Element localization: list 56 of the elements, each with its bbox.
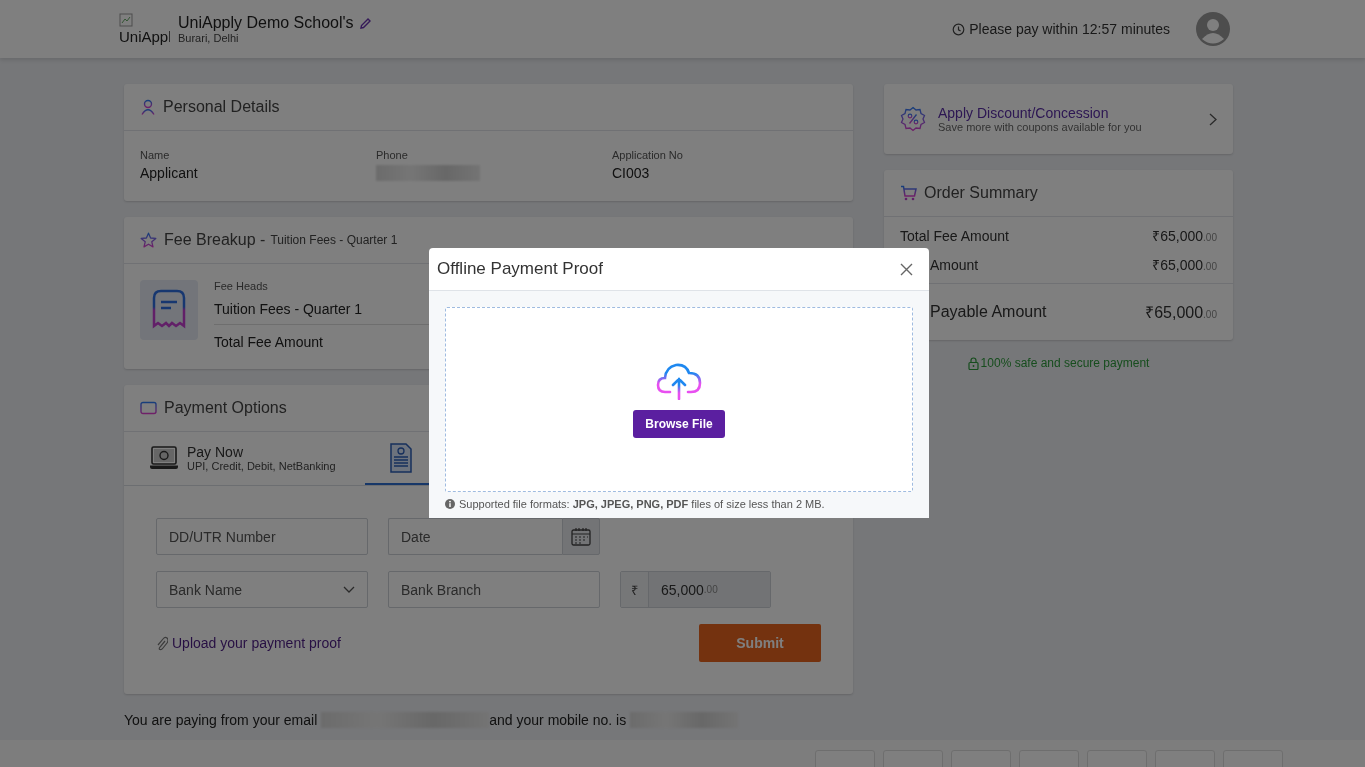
info-icon bbox=[445, 499, 455, 509]
browse-file-button[interactable]: Browse File bbox=[633, 409, 725, 438]
logo-alt-text: UniAppl bbox=[119, 28, 170, 45]
summary-label: Total Fee Amount bbox=[900, 227, 1009, 244]
card-title: Order Summary bbox=[924, 184, 1038, 202]
discount-card[interactable]: Apply Discount/Concession Save more with coupons available for you bbox=[884, 84, 1233, 154]
card-icon bbox=[140, 401, 157, 415]
card-title: Fee Breakup - bbox=[164, 231, 266, 249]
upload-proof-link[interactable]: Upload your payment proof bbox=[172, 635, 341, 651]
submit-button[interactable]: Submit bbox=[699, 624, 821, 662]
chevron-down-icon bbox=[343, 586, 355, 593]
card-title: Personal Details bbox=[163, 98, 280, 116]
calendar-button[interactable] bbox=[562, 518, 600, 555]
document-icon bbox=[390, 442, 412, 473]
payment-timer: Please pay within 12:57 minutes bbox=[969, 21, 1170, 37]
fee-head: Total Fee Amount bbox=[214, 334, 323, 350]
file-drop-zone[interactable]: Browse File bbox=[445, 307, 913, 492]
person-icon bbox=[140, 99, 156, 115]
summary-label: Payable Amount bbox=[930, 303, 1047, 321]
summary-label: Amount bbox=[930, 256, 979, 273]
calendar-icon bbox=[571, 527, 591, 546]
avatar-icon[interactable] bbox=[1196, 12, 1230, 46]
fee-head: Tuition Fees - Quarter 1 bbox=[214, 301, 363, 317]
clock-icon bbox=[952, 22, 966, 36]
school-name: UniApply Demo School's bbox=[178, 14, 354, 32]
laptop-icon bbox=[149, 445, 179, 470]
field-label: Phone bbox=[376, 149, 409, 161]
bank-branch-field[interactable]: Bank Branch bbox=[388, 571, 600, 608]
field-label: Application No bbox=[612, 149, 684, 161]
star-icon bbox=[140, 231, 157, 249]
discount-badge-icon bbox=[900, 106, 926, 132]
school-location: Burari, Delhi bbox=[178, 32, 240, 44]
cart-icon bbox=[900, 185, 917, 201]
field-label: Name bbox=[140, 149, 171, 161]
card-title: Payment Options bbox=[164, 399, 287, 417]
lock-icon bbox=[967, 356, 979, 370]
dialog-title: Offline Payment Proof bbox=[437, 259, 603, 279]
secure-payment-note: 100% safe and secure payment bbox=[980, 356, 1150, 370]
receipt-icon bbox=[140, 280, 198, 340]
pencil-icon[interactable] bbox=[358, 16, 372, 30]
payer-note-text: and your mobile no. is bbox=[489, 712, 627, 728]
field-value: CI003 bbox=[612, 165, 651, 181]
file-format-note: Supported file formats: JPG, JPEG, PNG, PDF files of size less than 2 MB. bbox=[459, 498, 825, 510]
cloud-upload-icon bbox=[656, 361, 702, 400]
card-subtitle: Tuition Fees - Quarter 1 bbox=[270, 233, 398, 247]
payment-tab[interactable]: Pay Now UPI, Credit, Debit, NetBanking bbox=[124, 432, 365, 485]
field-value: Applicant bbox=[140, 165, 199, 181]
broken-image-icon bbox=[119, 13, 133, 27]
column-label: Fee Heads bbox=[214, 280, 269, 292]
dd-utr-field[interactable]: DD/UTR Number bbox=[156, 518, 368, 555]
close-button[interactable] bbox=[900, 262, 913, 276]
date-field[interactable]: Date bbox=[388, 518, 562, 555]
payer-note-text: You are paying from your email bbox=[124, 712, 318, 728]
paperclip-icon bbox=[156, 635, 168, 651]
chevron-right-icon bbox=[1209, 112, 1217, 126]
bank-name-dropdown[interactable]: Bank Name bbox=[156, 571, 368, 608]
